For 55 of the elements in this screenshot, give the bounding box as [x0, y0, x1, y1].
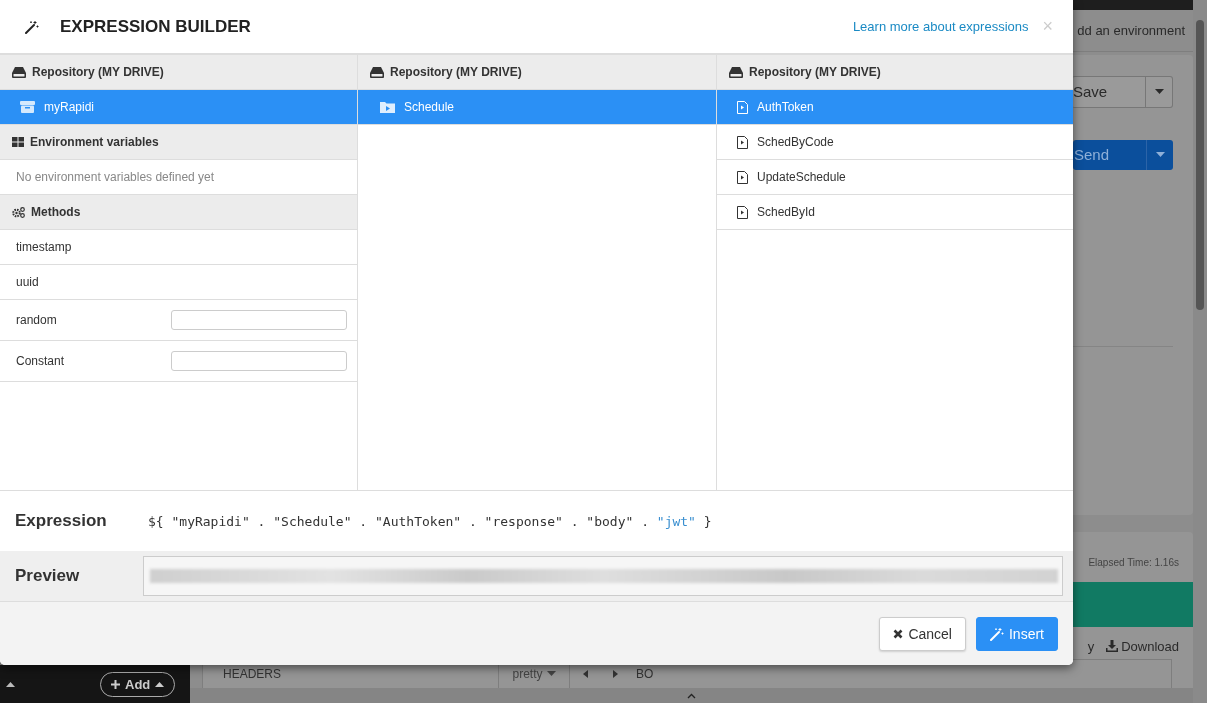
insert-button[interactable]: Insert — [976, 616, 1058, 651]
wand-icon — [990, 626, 1004, 641]
save-button[interactable]: Save — [1072, 75, 1173, 108]
chevron-up-icon[interactable] — [687, 692, 696, 699]
cogs-icon — [12, 206, 25, 218]
drive-icon — [12, 66, 26, 78]
file-play-icon — [737, 205, 748, 219]
method-item[interactable]: uuid — [0, 265, 357, 300]
caret-icon — [1155, 151, 1165, 158]
list-item[interactable]: UpdateSchedule — [717, 160, 1073, 195]
cancel-button[interactable]: Cancel — [879, 616, 966, 651]
list-item[interactable]: SchedByCode — [717, 125, 1073, 160]
box-icon — [20, 101, 35, 113]
toolbar-link[interactable]: y — [1087, 638, 1095, 654]
file-play-icon — [737, 170, 748, 184]
environment-link[interactable]: dd an environment — [1077, 22, 1185, 38]
input-field[interactable] — [171, 351, 347, 371]
expression-code: ${ "myRapidi" . "Schedule" . "AuthToken" . "response" . "body" . "jwt" } — [148, 513, 712, 529]
left-arrow-icon[interactable] — [582, 670, 588, 679]
method-name: random — [16, 313, 57, 327]
elapsed-time: Elapsed Time: 1.16s — [1088, 557, 1179, 571]
drive-icon — [729, 66, 743, 78]
column-title: Repository (MY DRIVE) — [749, 65, 881, 79]
column-title: Repository (MY DRIVE) — [390, 65, 522, 79]
list-item[interactable]: myRapidi — [0, 90, 357, 125]
dialog-title: EXPRESSION BUILDER — [60, 16, 252, 37]
column-title: Repository (MY DRIVE) — [32, 65, 164, 79]
collapse-icon — [6, 681, 15, 687]
file-play-icon — [737, 100, 748, 114]
plus-icon — [111, 679, 120, 689]
input-field[interactable] — [171, 310, 347, 330]
download-link[interactable]: Download — [1106, 638, 1179, 654]
section-title: Environment variables — [30, 135, 159, 149]
caret-icon — [1154, 88, 1164, 95]
drive-icon — [370, 66, 384, 78]
section-title: Methods — [31, 205, 81, 219]
method-item[interactable]: timestamp — [0, 230, 357, 265]
scrollbar-thumb[interactable] — [1196, 20, 1204, 310]
help-link[interactable]: Learn more about expressions — [852, 19, 1029, 34]
folder-icon — [380, 101, 395, 113]
list-item[interactable]: Schedule — [358, 90, 716, 125]
grid-icon — [12, 137, 24, 147]
caret-icon — [546, 671, 556, 678]
wand-icon — [25, 19, 39, 34]
close-icon — [893, 628, 904, 639]
download-icon — [1106, 640, 1119, 653]
caret-icon — [155, 681, 165, 687]
list-item[interactable]: SchedById — [717, 195, 1073, 230]
list-item[interactable]: AuthToken — [717, 90, 1073, 125]
file-play-icon — [737, 135, 748, 149]
send-button[interactable]: Send — [1073, 139, 1173, 170]
expression-label: Expression — [15, 511, 108, 531]
preview-label: Preview — [15, 566, 81, 586]
right-arrow-icon[interactable] — [612, 670, 618, 679]
method-name: Constant — [16, 354, 65, 368]
